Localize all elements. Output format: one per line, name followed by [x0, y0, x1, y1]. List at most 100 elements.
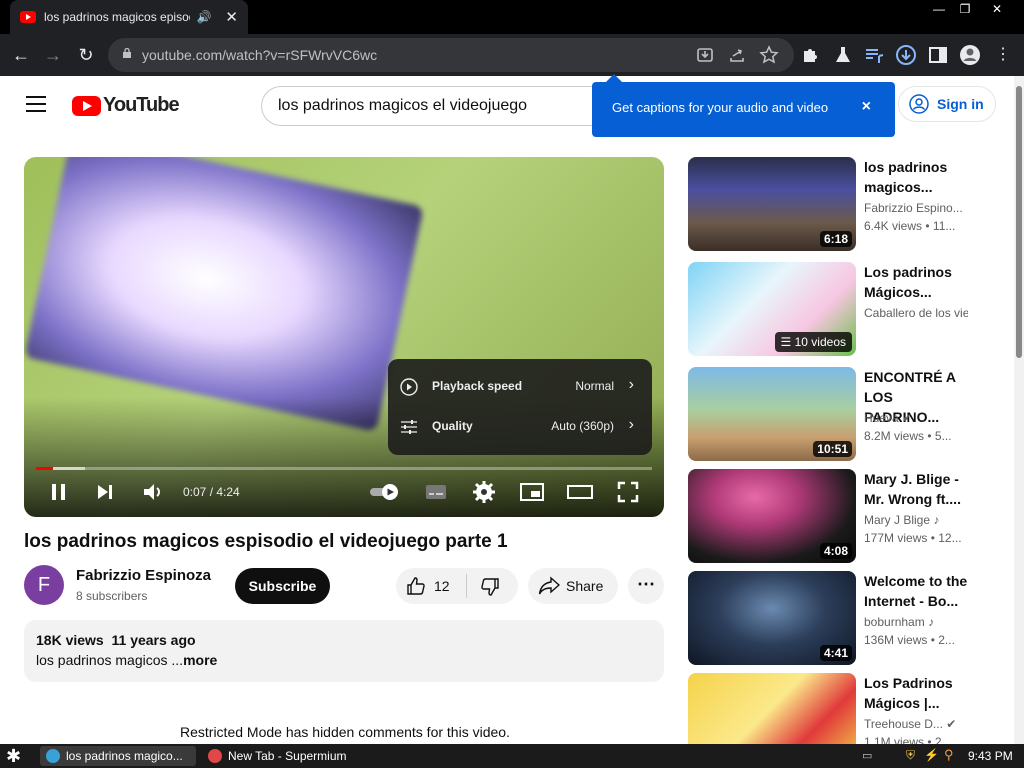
more-actions-icon[interactable]: ⋯ [628, 568, 664, 604]
captions-tooltip-close-icon[interactable]: × [862, 98, 871, 116]
menu-hamburger-icon[interactable] [26, 96, 46, 112]
settings-menu: Playback speed Normal › Quality Auto (36… [388, 359, 652, 455]
tab-close-icon[interactable]: ✕ [225, 8, 238, 26]
related-stats: 6.4K views • 11... [864, 219, 956, 233]
related-thumbnail [688, 673, 856, 744]
autoplay-toggle[interactable] [368, 479, 404, 505]
related-video[interactable]: 4:08 Mary J. Blige - Mr. Wrong ft.... Ma… [688, 469, 968, 565]
playlist-badge: ☰ 10 videos [774, 332, 852, 352]
related-thumbnail: 6:18 [688, 157, 856, 251]
extensions-puzzle-icon[interactable] [800, 44, 822, 66]
related-channel: Mary J Blige ♪ [864, 513, 940, 527]
like-thumb-icon[interactable] [406, 576, 426, 596]
bookmark-star-icon[interactable] [758, 44, 780, 66]
time-display: 0:07 / 4:24 [183, 485, 240, 499]
subtitles-icon[interactable] [424, 479, 448, 505]
video-player[interactable]: Playback speed Normal › Quality Auto (36… [24, 157, 664, 517]
download-extension-icon[interactable] [895, 44, 917, 66]
reload-icon[interactable]: ↻ [73, 42, 99, 68]
network-icon[interactable]: ⚡ [924, 748, 939, 762]
progress-bar[interactable] [36, 467, 652, 470]
description-text: los padrinos magicos ...more [36, 652, 217, 668]
duration-badge: 4:41 [819, 645, 852, 661]
account-icon [909, 94, 929, 114]
related-title: Welcome to the Internet - Bo... [864, 573, 968, 609]
minimize-icon[interactable]: — [926, 0, 952, 18]
restore-icon[interactable]: ❐ [952, 0, 978, 18]
related-title: Los Padrinos Mágicos |... [864, 675, 953, 711]
video-frame [24, 157, 424, 432]
miniplayer-icon[interactable] [519, 479, 545, 505]
related-stats: 136M views • 2... [864, 633, 955, 647]
dislike-thumb-icon[interactable] [480, 577, 500, 597]
side-panel-icon[interactable] [927, 44, 949, 66]
address-bar[interactable]: youtube.com/watch?v=rSFWrvVC6wc [108, 38, 794, 72]
taskbar-task[interactable]: los padrinos magico... [40, 746, 196, 766]
captions-tooltip-text: Get captions for your audio and video [612, 100, 829, 115]
browser-menu-icon[interactable]: ⋮ [990, 42, 1016, 68]
search-query: los padrinos magicos el videojuego [278, 97, 528, 114]
related-channel: Caballero de los vie [864, 306, 968, 320]
description-snippet: los padrinos magicos ... [36, 652, 184, 668]
tab-audio-icon[interactable]: 🔊 [196, 10, 211, 24]
search-input[interactable]: los padrinos magicos el videojuego [261, 86, 601, 126]
share-label: Share [566, 578, 604, 594]
browser-globe-icon [46, 749, 60, 763]
pause-icon[interactable] [48, 479, 70, 505]
related-video[interactable]: Los Padrinos Mágicos |... Treehouse D...… [688, 673, 968, 744]
taskbar-task[interactable]: New Tab - Supermium [202, 746, 356, 766]
related-thumbnail: 10:51 [688, 367, 856, 461]
sign-in-button[interactable]: Sign in [898, 86, 996, 122]
browser-tab[interactable]: los padrinos magicos episodio el videoju… [10, 0, 248, 34]
fullscreen-icon[interactable] [616, 479, 640, 505]
start-button-icon[interactable]: ✱ [6, 746, 28, 766]
tab-title: los padrinos magicos episodio el videoju… [44, 10, 190, 24]
volume-icon[interactable] [141, 479, 165, 505]
playback-speed-value: Normal [575, 379, 614, 393]
media-queue-icon[interactable] [863, 44, 885, 66]
related-stats: 1.1M views • 2... [864, 735, 952, 744]
video-meta: 18K views 11 years ago [36, 632, 196, 648]
related-thumbnail: 4:41 [688, 571, 856, 665]
related-channel: boburnham ♪ [864, 615, 935, 629]
labs-flask-icon[interactable] [832, 44, 854, 66]
supermium-icon [208, 749, 222, 763]
back-icon[interactable]: ← [8, 42, 34, 68]
related-playlist[interactable]: ☰ 10 videos Los padrinos Mágicos... Caba… [688, 262, 968, 358]
subscribe-button[interactable]: Subscribe [235, 568, 330, 604]
settings-gear-icon[interactable] [472, 479, 496, 505]
channel-name[interactable]: Fabrizzio Espinoza [76, 567, 211, 584]
description-box[interactable]: 18K views 11 years ago los padrinos magi… [24, 620, 664, 682]
youtube-logo[interactable]: YouTube [72, 94, 180, 117]
browser-toolbar: ← → ↻ youtube.com/watch?v=rSFWrvVC6wc ⋮ [0, 34, 1024, 76]
verified-icon: ✔ [902, 411, 913, 425]
os-taskbar: ✱ los padrinos magico... New Tab - Super… [0, 744, 1024, 768]
close-window-icon[interactable]: ✕ [984, 0, 1010, 18]
shield-icon[interactable]: ⛨ [906, 748, 915, 763]
share-page-icon[interactable] [726, 44, 748, 66]
search-tray-icon[interactable]: ⚲ [944, 747, 954, 763]
clock: 9:43 PM [968, 749, 1013, 763]
playback-speed-row[interactable]: Playback speed Normal › [388, 367, 652, 407]
duration-badge: 10:51 [813, 441, 852, 457]
forward-icon[interactable]: → [40, 42, 66, 68]
youtube-play-logo-icon [72, 95, 101, 116]
channel-avatar[interactable]: F [24, 565, 64, 605]
share-button[interactable]: Share [528, 568, 618, 604]
quality-row[interactable]: Quality Auto (360p) › [388, 407, 652, 447]
next-icon[interactable] [94, 479, 116, 505]
related-video[interactable]: 6:18 los padrinos magicos... Fabrizzio E… [688, 157, 968, 253]
page-scrollbar[interactable] [1014, 76, 1024, 744]
related-channel: Hueva ✔ [864, 411, 913, 425]
keyboard-icon[interactable]: ▭ [862, 749, 872, 762]
like-dislike-group: 12 [396, 568, 518, 604]
related-video[interactable]: 10:51 ENCONTRÉ A LOS PADRINO... Hueva ✔ … [688, 367, 968, 463]
like-count: 12 [434, 578, 450, 594]
related-video[interactable]: 4:41 Welcome to the Internet - Bo... bob… [688, 571, 968, 667]
video-title: los padrinos magicos espisodio el videoj… [24, 531, 508, 552]
more-link[interactable]: more [183, 652, 217, 668]
install-icon[interactable] [694, 44, 716, 66]
theater-mode-icon[interactable] [567, 479, 593, 505]
profile-avatar-icon[interactable] [959, 44, 981, 66]
chevron-right-icon: › [628, 416, 634, 433]
